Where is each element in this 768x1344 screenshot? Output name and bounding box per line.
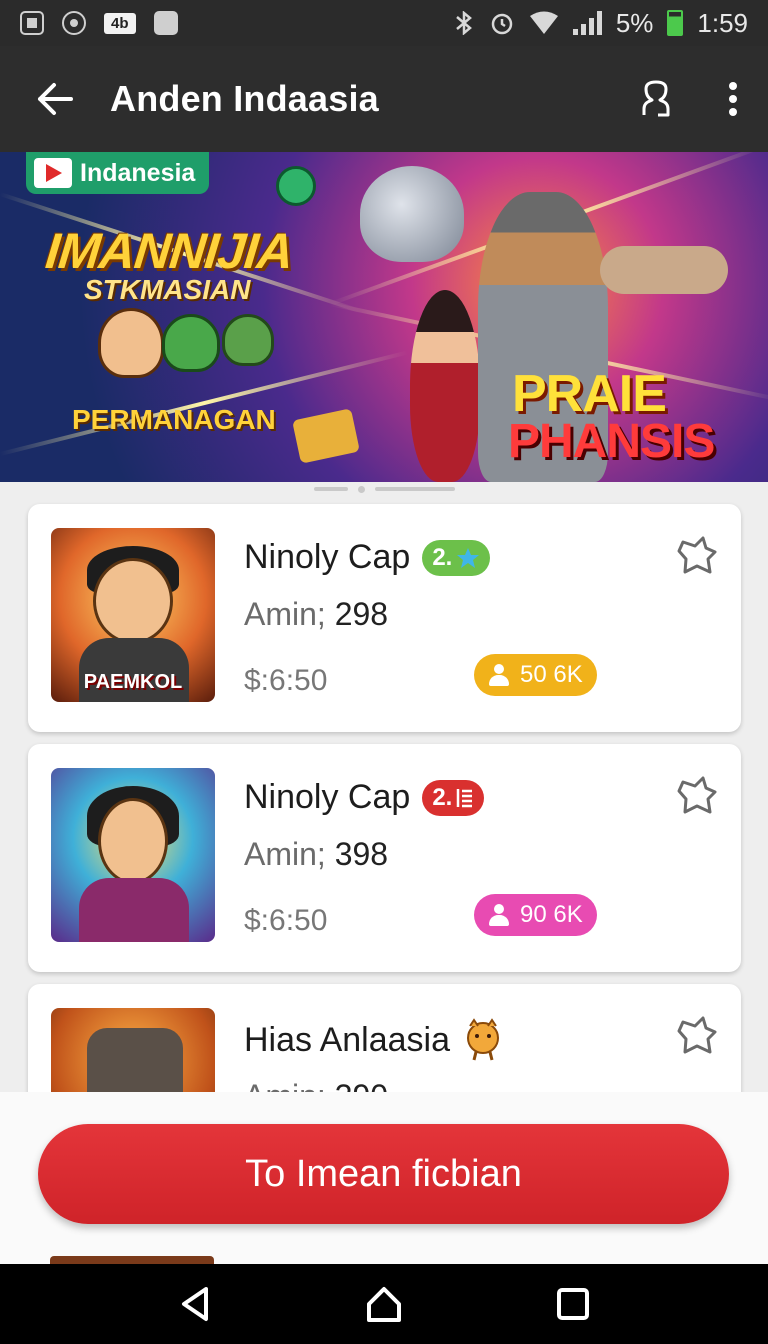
- image-icon: [153, 11, 178, 35]
- triangle-back-icon: [181, 1287, 208, 1321]
- square-recents-icon: [557, 1288, 590, 1320]
- player-count-badge: 50 6K: [474, 654, 597, 696]
- play-logo-icon: [34, 158, 72, 188]
- subtitle-label: Amin;: [244, 836, 326, 872]
- battery-icon: [667, 10, 684, 36]
- bookmark-star-button[interactable]: [675, 1014, 719, 1058]
- more-vertical-icon: [729, 82, 737, 116]
- alarm-icon: [491, 13, 513, 35]
- status-bar: 4b 5% 1:59: [0, 0, 768, 46]
- item-title-row: Ninoly Cap 2.: [244, 778, 485, 817]
- list-icon: [457, 788, 473, 807]
- primary-action-button[interactable]: To Imean ficbian: [38, 1124, 729, 1224]
- indicator-dot-active: [357, 485, 365, 493]
- battery-percent: 5%: [615, 7, 654, 38]
- goblin-character-graphic: [222, 314, 274, 366]
- game-thumbnail: [51, 768, 215, 942]
- item-title: Ninoly Cap: [244, 778, 411, 816]
- hero-arm-graphic: [600, 246, 728, 294]
- clock: 1:59: [697, 7, 748, 38]
- nav-recents-button[interactable]: [538, 1269, 608, 1339]
- robot-mascot-graphic: [360, 166, 464, 262]
- mascot-icon: [467, 1018, 500, 1061]
- item-title: Ninoly Cap: [244, 538, 411, 576]
- rank-value: 2.: [432, 543, 453, 571]
- character-face-graphic: [93, 558, 173, 644]
- wifi-icon: [529, 11, 558, 34]
- indicator-dot: [374, 487, 455, 491]
- player-count: 90 6K: [520, 901, 583, 928]
- system-navigation-bar: [0, 1264, 768, 1344]
- item-subtitle: Amin; 298: [244, 596, 388, 633]
- carousel-indicator: [0, 482, 768, 496]
- item-subtitle: Amin; 398: [244, 836, 388, 873]
- item-title-row: Hias Anlaasia: [244, 1018, 504, 1062]
- arrow-left-icon: [38, 83, 73, 115]
- subtitle-label: Amin;: [244, 596, 326, 632]
- character-face-graphic: [98, 798, 168, 884]
- user-icon: [642, 80, 670, 117]
- nav-back-button[interactable]: [160, 1269, 230, 1339]
- banner-headline: IMANNIJIA: [43, 223, 296, 279]
- brand-name: Indanesia: [80, 158, 196, 187]
- indicator-dot: [313, 487, 348, 491]
- subtitle-value: 398: [334, 836, 389, 872]
- page-title: Anden Indaasia: [110, 78, 379, 119]
- list-item[interactable]: Ninoly Cap 2. Amin; 398 $:6:50 90 6K: [28, 744, 741, 972]
- kid-character-graphic: [98, 308, 164, 378]
- signal-icon: [572, 11, 602, 35]
- promo-banner[interactable]: Indanesia IMANNIJIA STKMASIAN PERMANAGAN…: [0, 152, 768, 482]
- person-icon: [488, 664, 510, 686]
- bookmark-star-button[interactable]: [675, 774, 719, 818]
- banner-right-line2: PHANSIS: [508, 415, 715, 468]
- subtitle-value: 298: [334, 596, 389, 632]
- treasure-box-graphic: [292, 408, 360, 464]
- person-icon: [488, 904, 510, 926]
- rank-badge: 2.: [422, 779, 485, 816]
- coin-graphic: [276, 166, 316, 206]
- character-body-graphic: [79, 878, 189, 942]
- more-options-button[interactable]: [698, 46, 768, 152]
- bottom-action-bar: To Imean ficbian: [0, 1092, 768, 1264]
- item-title: Hias Anlaasia: [244, 1020, 451, 1059]
- screen: 4b 5% 1:59 Anden Indaasia Indanesia IMAN…: [0, 0, 768, 1344]
- brand-chip: Indanesia: [26, 152, 210, 194]
- list-item[interactable]: PAEMKOL Ninoly Cap 2. Amin; 298 $:6:50 5…: [28, 504, 741, 732]
- sync-icon: [62, 11, 86, 35]
- back-button[interactable]: [0, 46, 110, 152]
- player-count: 50 6K: [520, 661, 583, 688]
- heroine-graphic: [410, 290, 480, 482]
- star-icon: [457, 547, 480, 568]
- rank-badge: 2.: [422, 539, 491, 576]
- item-price: $:6:50: [244, 664, 328, 697]
- app-bar: Anden Indaasia: [0, 46, 768, 152]
- goblin-character-graphic: [162, 314, 220, 372]
- bluetooth-icon: [456, 11, 472, 35]
- rank-value: 2.: [432, 783, 453, 811]
- nav-home-button[interactable]: [349, 1269, 419, 1339]
- item-title-row: Ninoly Cap 2.: [244, 538, 491, 577]
- player-count-badge: 90 6K: [474, 894, 597, 936]
- thumbnail-label: PAEMKOL: [83, 671, 183, 693]
- banner-subheadline: STKMASIAN: [84, 274, 251, 305]
- game-thumbnail: PAEMKOL: [51, 528, 215, 702]
- banner-tagline: PERMANAGAN: [72, 404, 276, 435]
- bookmark-star-button[interactable]: [675, 534, 719, 578]
- home-icon: [366, 1287, 401, 1322]
- item-price: $:6:50: [244, 904, 328, 937]
- status-badge: 4b: [104, 12, 136, 34]
- profile-button[interactable]: [614, 46, 698, 152]
- notification-icon: [20, 11, 44, 35]
